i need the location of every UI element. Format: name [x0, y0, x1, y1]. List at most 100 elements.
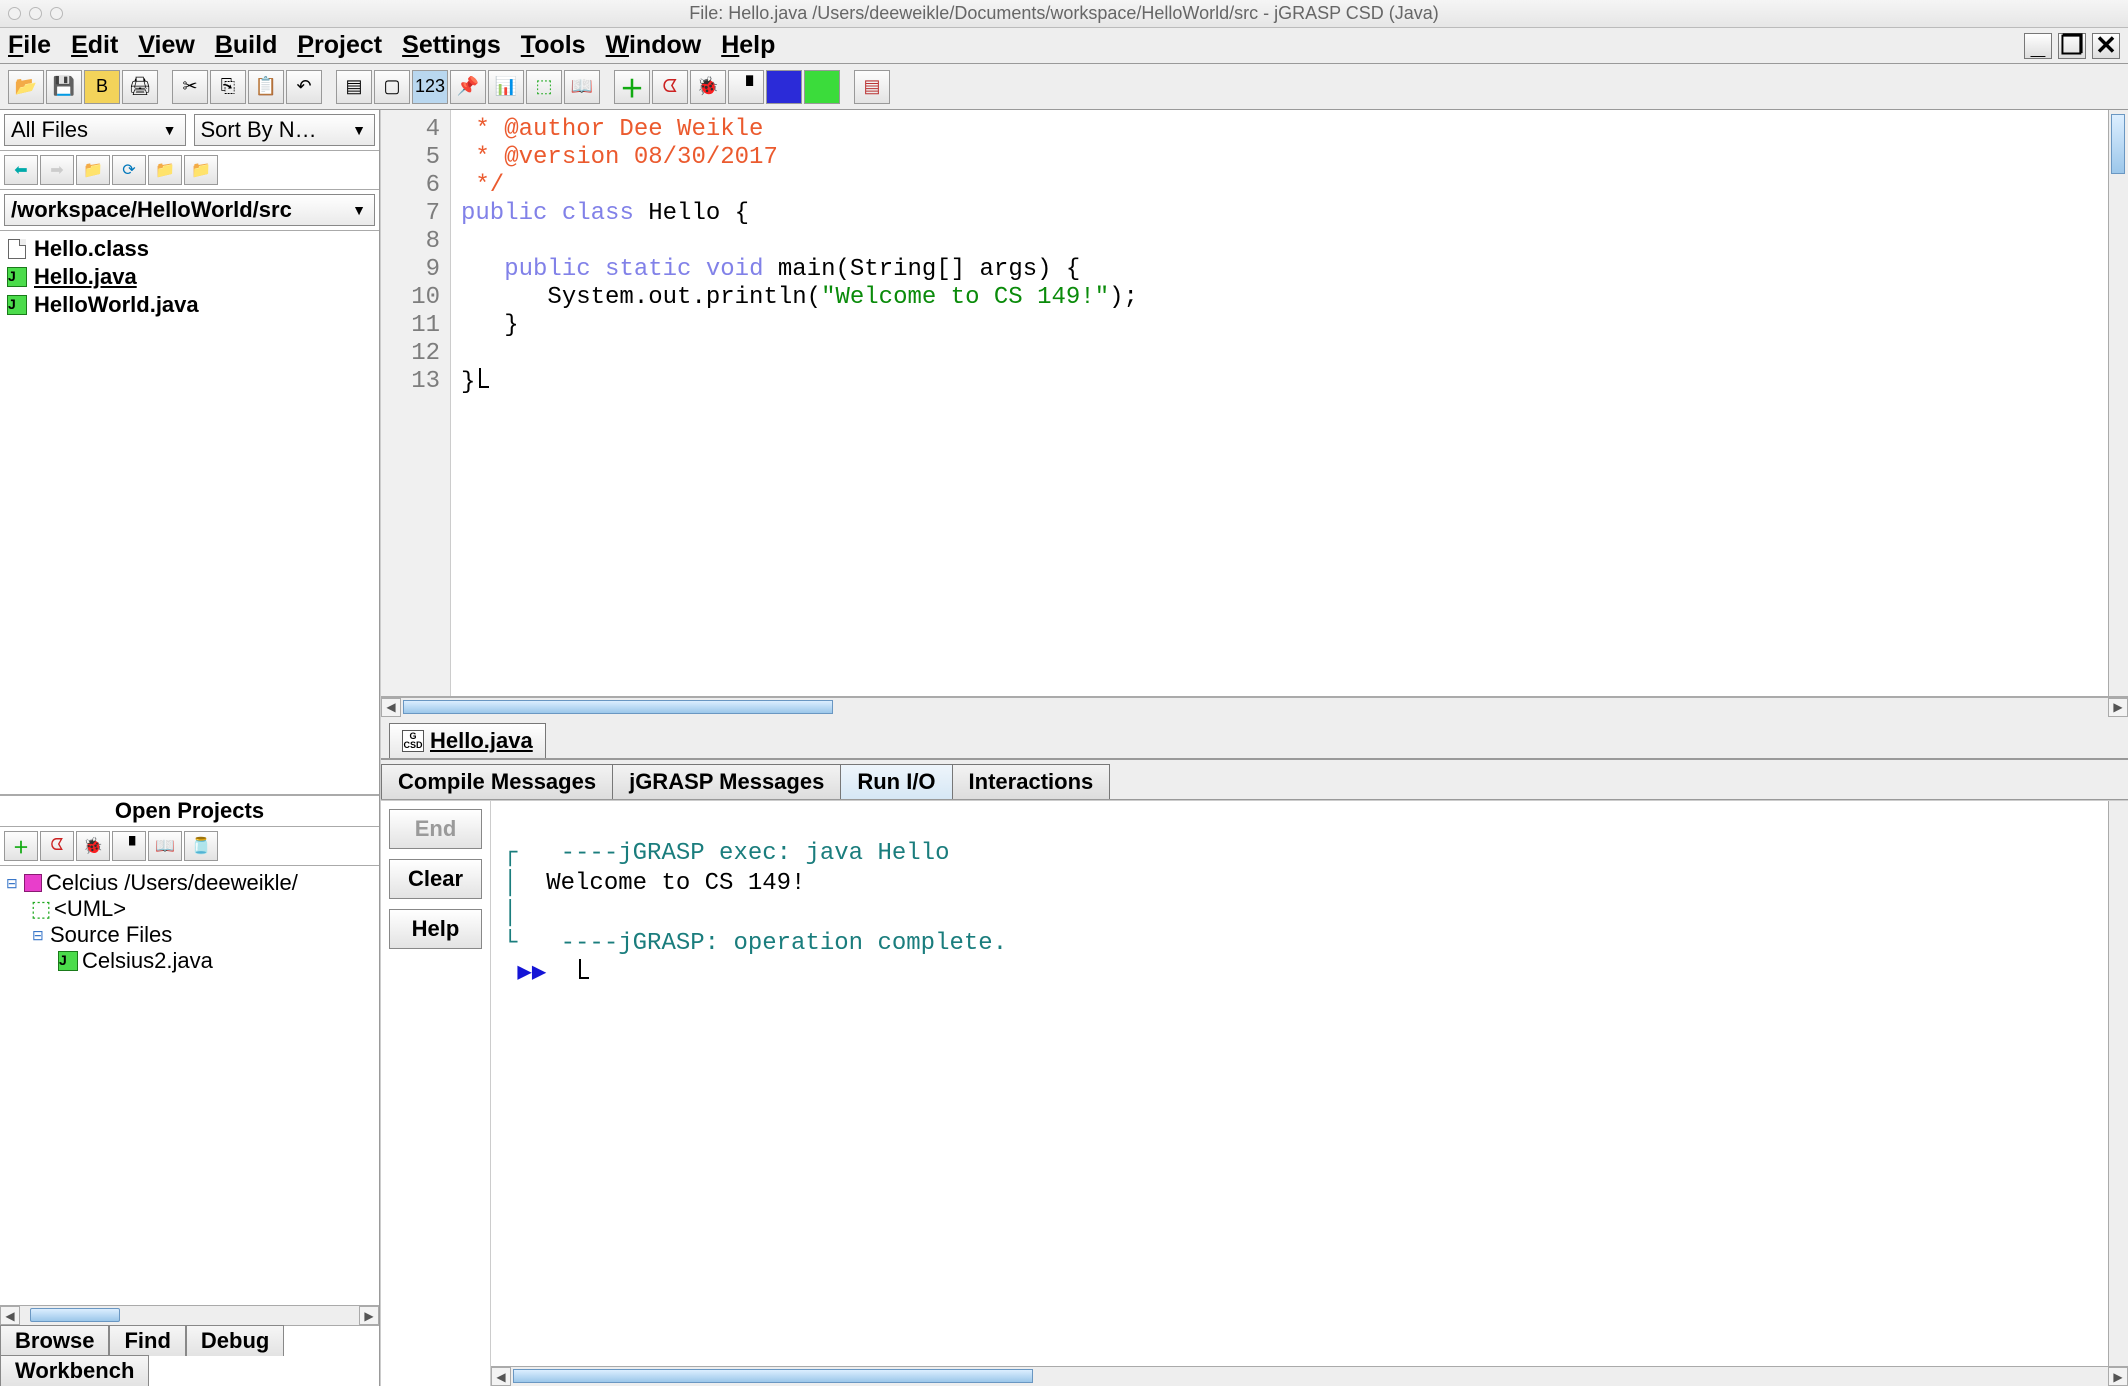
editor-vscroll[interactable] — [2108, 110, 2128, 696]
nav-folder2-icon[interactable]: 📁 — [184, 155, 218, 185]
zoom-dot-icon[interactable] — [50, 7, 63, 20]
file-row[interactable]: Hello.class — [6, 235, 373, 263]
tree-expand-icon[interactable]: ⊟ — [32, 927, 46, 944]
scroll-left-icon[interactable]: ◀ — [491, 1367, 511, 1386]
scroll-left-icon[interactable]: ◀ — [381, 698, 401, 717]
left-tab-find[interactable]: Find — [109, 1325, 185, 1356]
menu-file[interactable]: File — [8, 31, 51, 60]
editor-file-tab[interactable]: GCSD Hello.java — [389, 723, 546, 758]
interactions-icon[interactable]: ▤ — [854, 70, 890, 104]
source-files-node[interactable]: Source Files — [50, 922, 172, 948]
scroll-thumb[interactable] — [30, 1308, 120, 1322]
menu-window[interactable]: Window — [606, 31, 702, 60]
menu-project[interactable]: Project — [297, 31, 382, 60]
nav-folder1-icon[interactable]: 📁 — [148, 155, 182, 185]
scroll-thumb[interactable] — [403, 700, 833, 714]
scroll-left-icon[interactable]: ◀ — [0, 1306, 20, 1325]
close-dot-icon[interactable] — [8, 7, 21, 20]
console-hscroll[interactable]: ◀ ▶ — [491, 1366, 2128, 1386]
console-done: ----jGRASP: operation complete. — [546, 930, 1007, 957]
path-label: /workspace/HelloWorld/src — [11, 197, 292, 223]
path-combo[interactable]: /workspace/HelloWorld/src ▼ — [4, 194, 375, 226]
uml-icon[interactable]: ⬚ — [526, 70, 562, 104]
nav-back-icon[interactable]: ⬅ — [4, 155, 38, 185]
uml-tree-icon: ⬚ — [32, 900, 50, 918]
cut-icon[interactable]: ✂ — [172, 70, 208, 104]
mdi-close-button[interactable]: ✕ — [2092, 33, 2120, 59]
open-icon[interactable]: 📂 — [8, 70, 44, 104]
menu-tools[interactable]: Tools — [521, 31, 586, 60]
scroll-right-icon[interactable]: ▶ — [2108, 698, 2128, 717]
menu-edit[interactable]: Edit — [71, 31, 118, 60]
save-b-icon[interactable]: B — [84, 70, 120, 104]
help-button[interactable]: Help — [389, 909, 482, 949]
linenumbers-icon[interactable]: 123 — [412, 70, 448, 104]
scroll-thumb[interactable] — [513, 1369, 1033, 1383]
mdi-minimize-button[interactable]: _ — [2024, 33, 2052, 59]
java-file-icon: J — [7, 295, 27, 315]
left-tab-workbench[interactable]: Workbench — [0, 1355, 149, 1386]
left-tab-debug[interactable]: Debug — [186, 1325, 284, 1356]
sort-combo[interactable]: Sort By N… ▼ — [194, 114, 376, 146]
menu-help[interactable]: Help — [721, 31, 775, 60]
message-tab-jgrasp-messages[interactable]: jGRASP Messages — [612, 764, 841, 799]
green-square-icon[interactable] — [804, 70, 840, 104]
copy-icon[interactable]: ⎘ — [210, 70, 246, 104]
message-tab-run-i-o[interactable]: Run I/O — [840, 764, 952, 799]
project-icon — [24, 874, 42, 892]
file-row[interactable]: JHelloWorld.java — [6, 291, 373, 319]
scroll-right-icon[interactable]: ▶ — [359, 1306, 379, 1325]
project-tree[interactable]: ⊟ Celcius /Users/deeweikle/ ⬚ <UML> ⊟ So… — [0, 866, 379, 1305]
debug-icon[interactable]: 🐞 — [690, 70, 726, 104]
csd-remove-icon[interactable]: ▢ — [374, 70, 410, 104]
proj-debug-icon[interactable]: 🐞 — [76, 831, 110, 861]
blue-square-icon[interactable] — [766, 70, 802, 104]
run-io-console[interactable]: ┌ ----jGRASP exec: java Hello │ Welcome … — [491, 801, 2108, 1367]
run-icon[interactable]: ᗧ — [652, 70, 688, 104]
clear-button[interactable]: Clear — [389, 859, 482, 899]
csd-generate-icon[interactable]: ▤ — [336, 70, 372, 104]
editor-hscroll[interactable]: ◀ ▶ — [381, 697, 2128, 717]
paste-icon[interactable]: 📋 — [248, 70, 284, 104]
proj-run-icon[interactable]: ᗧ — [40, 831, 74, 861]
message-tab-compile-messages[interactable]: Compile Messages — [381, 764, 613, 799]
message-tab-interactions[interactable]: Interactions — [952, 764, 1111, 799]
nav-up-icon[interactable]: 📁 — [76, 155, 110, 185]
scroll-right-icon[interactable]: ▶ — [2108, 1367, 2128, 1386]
sort-label: Sort By N… — [201, 117, 317, 143]
pin-icon[interactable]: 📌 — [450, 70, 486, 104]
viewer-icon[interactable]: ▝ — [728, 70, 764, 104]
save-icon[interactable]: 💾 — [46, 70, 82, 104]
nav-refresh-icon[interactable]: ⟳ — [112, 155, 146, 185]
menu-build[interactable]: Build — [215, 31, 278, 60]
project-hscroll[interactable]: ◀ ▶ — [0, 1305, 379, 1325]
nav-forward-icon[interactable]: ➡ — [40, 155, 74, 185]
console-prompt-icon: ▶▶ — [517, 960, 546, 987]
print-icon[interactable]: 🖨 — [122, 70, 158, 104]
doc-icon[interactable]: 📖 — [564, 70, 600, 104]
proj-jar-icon[interactable]: 🫙 — [184, 831, 218, 861]
undo-icon[interactable]: ↶ — [286, 70, 322, 104]
compile-icon[interactable]: ＋ — [614, 70, 650, 104]
menu-view[interactable]: View — [138, 31, 195, 60]
file-row[interactable]: JHello.java — [6, 263, 373, 291]
scroll-thumb[interactable] — [2111, 114, 2125, 174]
source-file-item[interactable]: Celsius2.java — [82, 948, 213, 974]
menu-settings[interactable]: Settings — [402, 31, 501, 60]
file-filter-combo[interactable]: All Files ▼ — [4, 114, 186, 146]
left-tab-browse[interactable]: Browse — [0, 1325, 109, 1356]
message-tabs: Compile MessagesjGRASP MessagesRun I/OIn… — [381, 760, 2128, 800]
proj-viewer-icon[interactable]: ▝ — [112, 831, 146, 861]
proj-compile-icon[interactable]: ＋ — [4, 831, 38, 861]
mdi-maximize-button[interactable]: ❐ — [2058, 33, 2086, 59]
minimize-dot-icon[interactable] — [29, 7, 42, 20]
proj-doc-icon[interactable]: 📖 — [148, 831, 182, 861]
cpg-icon[interactable]: 📊 — [488, 70, 524, 104]
right-panel: 45678910111213 * @author Dee Weikle * @v… — [380, 110, 2128, 1386]
open-projects-header: Open Projects — [0, 796, 379, 827]
tree-expand-icon[interactable]: ⊟ — [6, 875, 20, 892]
uml-node[interactable]: <UML> — [54, 896, 126, 922]
code-editor[interactable]: * @author Dee Weikle * @version 08/30/20… — [451, 110, 2108, 696]
console-vscroll[interactable] — [2108, 801, 2128, 1367]
file-name: Hello.class — [34, 236, 149, 262]
